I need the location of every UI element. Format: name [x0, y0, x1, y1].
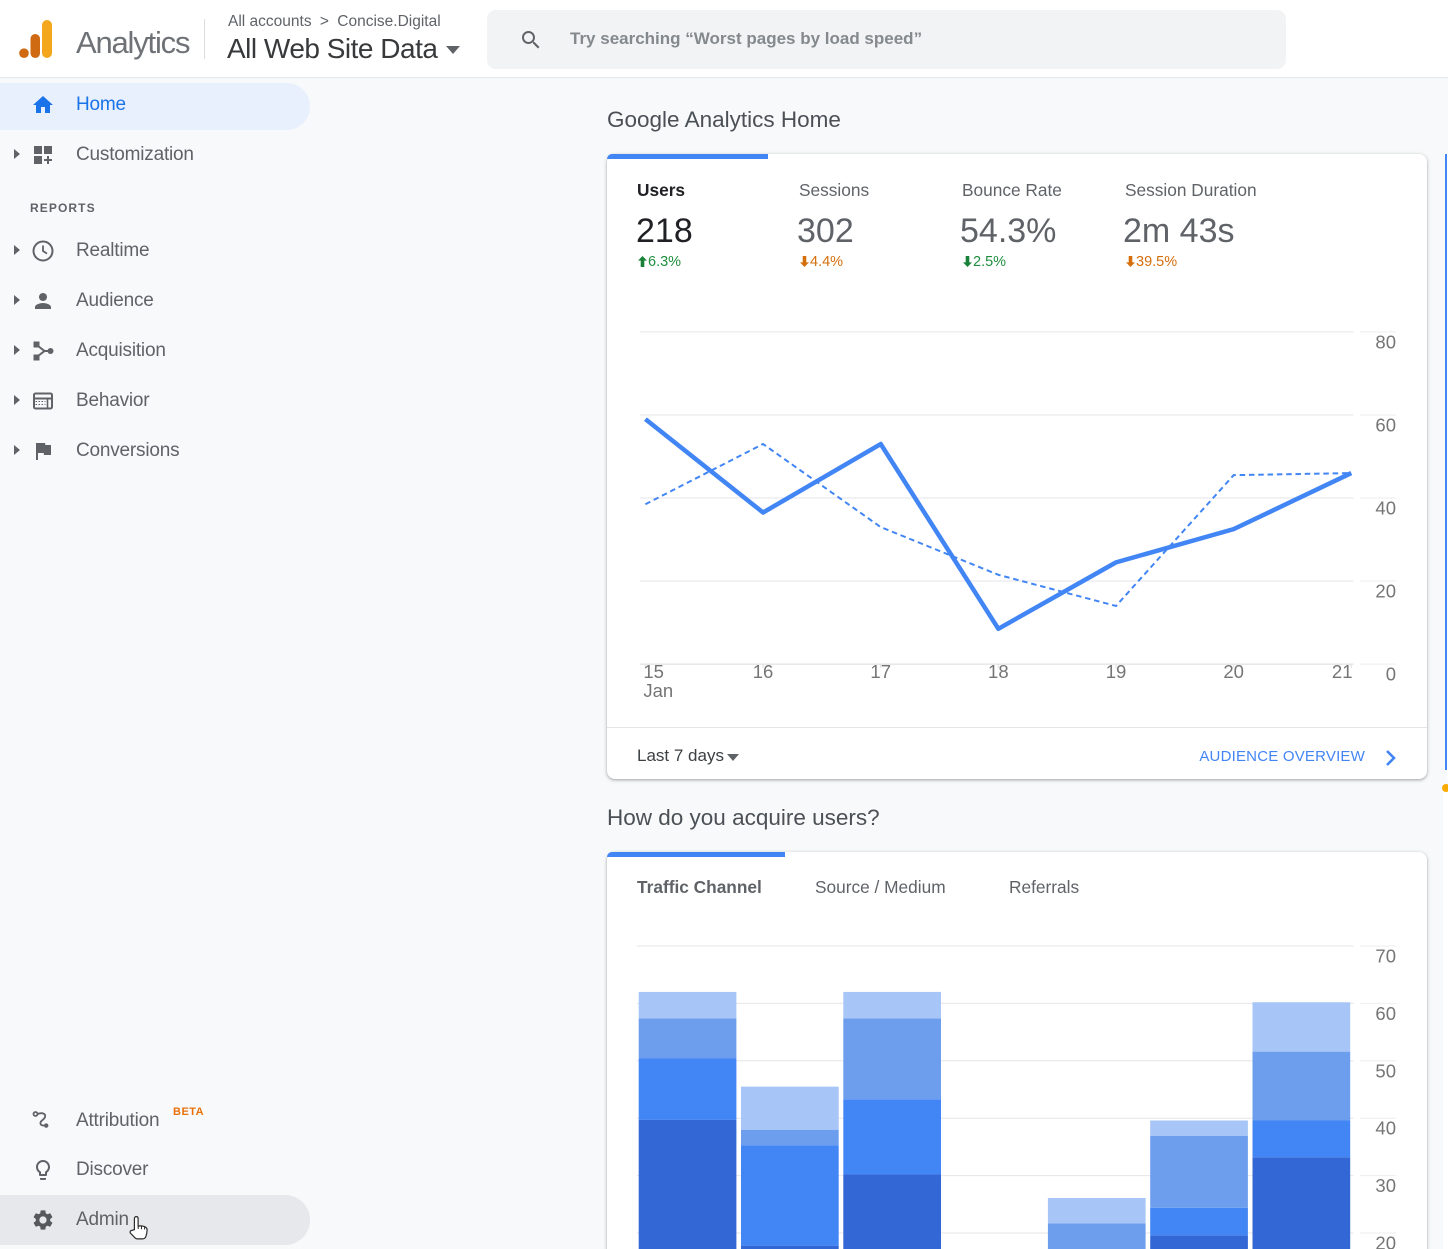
- svg-text:17: 17: [870, 661, 891, 682]
- svg-text:20: 20: [1375, 581, 1396, 602]
- svg-text:0: 0: [1386, 664, 1396, 685]
- svg-text:Jan: Jan: [643, 680, 673, 701]
- svg-text:16: 16: [753, 661, 774, 682]
- svg-text:15: 15: [643, 661, 664, 682]
- svg-text:30: 30: [1375, 1175, 1396, 1196]
- svg-text:80: 80: [1375, 331, 1396, 352]
- svg-text:60: 60: [1375, 414, 1396, 435]
- svg-text:18: 18: [988, 661, 1009, 682]
- svg-text:40: 40: [1375, 498, 1396, 519]
- svg-text:20: 20: [1375, 1233, 1396, 1249]
- svg-text:70: 70: [1375, 946, 1396, 967]
- svg-text:19: 19: [1106, 661, 1127, 682]
- svg-text:40: 40: [1375, 1118, 1396, 1139]
- svg-text:50: 50: [1375, 1060, 1396, 1081]
- svg-text:20: 20: [1223, 661, 1244, 682]
- svg-text:21: 21: [1332, 661, 1353, 682]
- svg-text:60: 60: [1375, 1003, 1396, 1024]
